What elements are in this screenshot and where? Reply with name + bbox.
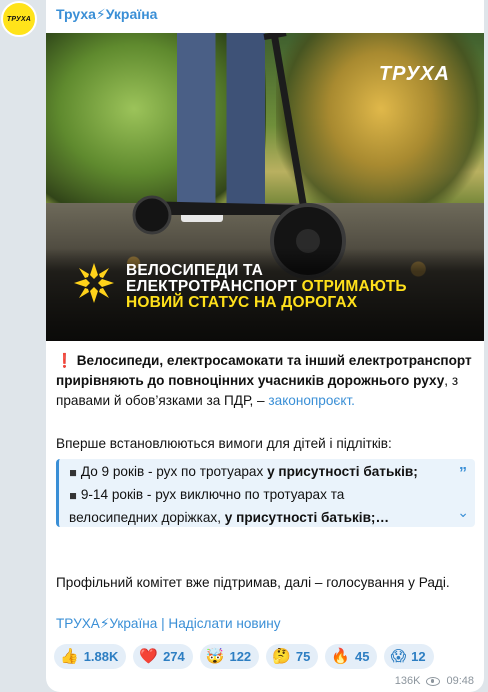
quote-line-3: велосипедних доріжках, у присутності бат… — [69, 507, 449, 529]
reaction-fire[interactable]: 🔥 45 — [325, 644, 378, 669]
headline-line-2-white: електротранспорт — [126, 278, 302, 295]
sun-emblem-icon — [74, 263, 114, 303]
post-paragraph-3: Профільний комітет вже підтримав, далі –… — [56, 575, 450, 590]
headline-line-1: Велосипеди та — [126, 262, 264, 279]
expandable-quote[interactable]: ◾ До 9 років - рух по тротуарах у присут… — [56, 459, 475, 527]
headline-line-2: електротранспорт отримають — [126, 279, 476, 295]
quote-line-1-text: До 9 років - рух по тротуарах — [80, 464, 268, 479]
post-paragraph-1: ❗ Велосипеди, електросамокати та інший е… — [56, 351, 476, 411]
quote-line-1-bold: у присутності батьків; — [267, 464, 418, 479]
reaction-scream[interactable]: 😱 12 — [384, 644, 434, 669]
reaction-count: 45 — [355, 649, 370, 664]
exclamation-emoji: ❗ — [56, 353, 73, 368]
reaction-heart[interactable]: ❤️ 274 — [133, 644, 193, 669]
reaction-count: 75 — [295, 649, 311, 664]
channel-name[interactable]: Труха⚡Україна — [56, 6, 157, 23]
reaction-thumbs-up[interactable]: 👍 1.88K — [54, 644, 127, 669]
reaction-thinking[interactable]: 🤔 75 — [266, 644, 319, 669]
mind-blown-icon: 🤯 — [205, 648, 225, 665]
reaction-count: 12 — [411, 649, 426, 664]
paragraph-1-bold: Велосипеди, електросамокати та інший еле… — [56, 353, 472, 388]
quote-marks-icon: ” — [459, 465, 467, 482]
reaction-mind-blown[interactable]: 🤯 122 — [199, 644, 260, 669]
avatar-label: ТРУХА — [6, 15, 32, 23]
scream-face-icon: 😱 — [390, 648, 407, 665]
channel-avatar[interactable]: ТРУХА — [1, 1, 37, 37]
headline-line-3: новий статус на дорогах — [126, 294, 358, 311]
image-brand-logo: ТРУХА — [379, 63, 450, 86]
message-time: 09:48 — [446, 675, 474, 687]
message-bubble: Труха⚡Україна ТРУХА ВЕЛОСИПЕДИ ТА ЕЛЕКТР… — [46, 0, 484, 692]
reactions-bar: 👍 1.88K ❤️ 274 🤯 122 🤔 75 🔥 45 😱 12 — [54, 644, 434, 669]
message-meta: 136K 09:48 — [395, 675, 474, 687]
footer-links[interactable]: ТРУХА⚡Україна | Надіслати новину — [56, 616, 281, 632]
bill-link[interactable]: законопроєкт. — [268, 393, 355, 408]
square-bullet-icon: ◾ — [69, 467, 78, 479]
post-image[interactable]: ТРУХА Велосипеди та електротранспорт отр… — [46, 33, 484, 341]
quote-line-2-text: 9-14 років - рух виключно по тротуарах т… — [80, 487, 345, 502]
reaction-count: 122 — [229, 649, 252, 664]
heart-icon: ❤️ — [139, 648, 159, 665]
post-paragraph-2: Вперше встановлюються вимоги для дітей і… — [56, 436, 392, 451]
reaction-count: 1.88K — [83, 649, 119, 664]
quote-line-1: ◾ До 9 років - рух по тротуарах у присут… — [69, 461, 449, 484]
view-count: 136K — [394, 675, 421, 687]
thumbs-up-icon: 👍 — [60, 648, 79, 665]
quote-line-3-text: велосипедних доріжках, — [69, 510, 225, 525]
reaction-count: 274 — [163, 649, 185, 664]
thinking-face-icon: 🤔 — [272, 648, 291, 665]
square-bullet-icon: ◾ — [69, 490, 78, 502]
quote-line-3-bold: у присутності батьків;… — [224, 510, 390, 525]
headline-line-2-yellow: отримають — [301, 278, 407, 295]
fire-icon: 🔥 — [331, 648, 351, 665]
image-headline: Велосипеди та електротранспорт отримають… — [126, 263, 476, 311]
quote-line-2: ◾ 9-14 років - рух виключно по тротуарах… — [69, 484, 449, 507]
chevron-down-icon[interactable]: ⌄ — [457, 501, 469, 523]
eye-icon — [426, 676, 441, 686]
image-brand-text: ТРУХА — [378, 63, 450, 85]
